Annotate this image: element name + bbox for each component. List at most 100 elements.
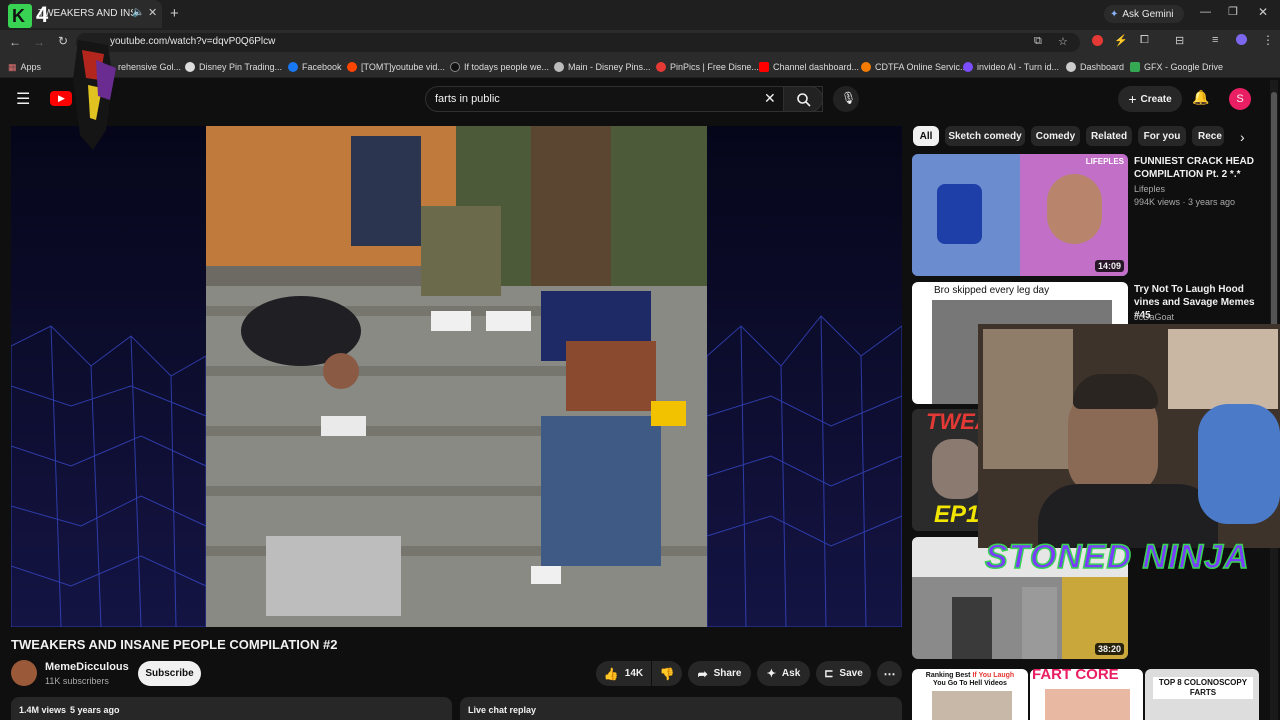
stream-logo-k: K: [12, 6, 25, 26]
share-arrow-icon: ➦: [697, 666, 708, 681]
chip-all[interactable]: All: [913, 126, 939, 146]
speaker-icon[interactable]: 🔈: [132, 7, 144, 18]
search-button[interactable]: [783, 86, 823, 112]
bookmark-item[interactable]: GFX - Google Drive: [1130, 60, 1223, 74]
address-bar[interactable]: youtube.com/watch?v=dqvP0Q6Plcw ⧉ ☆: [76, 33, 1080, 52]
subscriber-count: 11K subscribers: [45, 676, 109, 686]
video-content: [206, 126, 707, 627]
profile-icon[interactable]: [1236, 34, 1247, 45]
tab-close-icon[interactable]: ✕: [148, 6, 157, 19]
video-player[interactable]: [11, 126, 902, 627]
account-avatar[interactable]: S: [1229, 88, 1251, 110]
bookmark-item[interactable]: rehensive Gol...: [118, 60, 181, 74]
more-horizontal-icon: ⋯: [883, 666, 896, 681]
dislike-button[interactable]: 👎: [652, 661, 682, 686]
facebook-icon: [288, 62, 298, 72]
chip-for-you[interactable]: For you: [1138, 126, 1186, 146]
stream-logo-number: 4: [36, 2, 49, 27]
back-icon[interactable]: ←: [9, 35, 21, 49]
tiktok-icon: [450, 62, 460, 72]
recommendation-title[interactable]: FUNNIEST CRACK HEAD COMPILATION Pt. 2 *.…: [1134, 155, 1268, 181]
live-chat-replay[interactable]: Live chat replay: [460, 697, 902, 720]
reading-list-icon[interactable]: ≡: [1212, 34, 1218, 46]
invideo-icon: [963, 62, 973, 72]
video-duration: 14:09: [1094, 260, 1124, 272]
plus-icon: +: [1128, 91, 1137, 107]
ask-button[interactable]: ✦ Ask: [757, 661, 810, 686]
hamburger-menu-icon[interactable]: ☰: [16, 89, 30, 109]
channel-name[interactable]: MemeDicculous: [45, 661, 129, 673]
maximize-icon[interactable]: ❐: [1228, 5, 1238, 18]
thumbs-up-icon: 👍: [603, 666, 619, 681]
bookmark-item[interactable]: invideo AI - Turn id...: [963, 60, 1059, 74]
stream-logo: K: [8, 4, 32, 28]
chip-related[interactable]: Related: [1086, 126, 1132, 146]
bookmark-item[interactable]: CDTFA Online Servic...: [861, 60, 968, 74]
thumbs-down-icon: 👎: [659, 666, 675, 681]
bookmark-item[interactable]: If todays people we...: [450, 60, 549, 74]
clear-search-icon[interactable]: ✕: [764, 90, 776, 107]
bookmark-star-icon[interactable]: ☆: [1058, 35, 1068, 48]
recommendation-thumbnail[interactable]: FART CORE: [1030, 669, 1143, 720]
site-icon: [1066, 62, 1076, 72]
browser-tab-bar: [0, 0, 1280, 30]
webcam-banner: STONED NINJA: [984, 537, 1250, 577]
forward-icon[interactable]: →: [33, 35, 45, 49]
bookmarks-bar: ▦ Apps rehensive Gol... Disney Pin Tradin…: [0, 56, 1280, 78]
bookmark-item[interactable]: Facebook: [288, 60, 342, 74]
notifications-bell-icon[interactable]: 🔔: [1192, 89, 1209, 106]
subscribe-button[interactable]: Subscribe: [138, 661, 201, 686]
pinpics-icon: [656, 62, 666, 72]
channel-avatar[interactable]: [11, 660, 37, 686]
bookmark-item[interactable]: Dashboard: [1066, 60, 1124, 74]
chip-sketch-comedy[interactable]: Sketch comedy: [945, 126, 1025, 146]
window-close-icon[interactable]: ✕: [1258, 5, 1268, 19]
new-tab-icon[interactable]: +: [170, 5, 179, 22]
view-count: 1.4M views: [19, 705, 67, 715]
search-input[interactable]: farts in public ✕: [425, 86, 823, 112]
drive-icon: [1130, 62, 1140, 72]
extension-icon[interactable]: [1092, 35, 1103, 46]
share-button[interactable]: ➦ Share: [688, 661, 751, 686]
mickey-blanket: [1198, 404, 1280, 524]
recommendation-thumbnail[interactable]: Ranking Best If You Laugh You Go To Hell …: [912, 669, 1028, 720]
tab-search-icon[interactable]: ⊟: [1175, 34, 1184, 47]
chevron-right-icon[interactable]: ›: [1240, 129, 1245, 145]
extension-icon[interactable]: ⚡: [1114, 34, 1128, 47]
thumbnail-text: TOP 8 COLONOSCOPY FARTS: [1153, 677, 1253, 699]
video-frame: [11, 126, 902, 627]
chip-comedy[interactable]: Comedy: [1031, 126, 1080, 146]
description-box[interactable]: 1.4M views 5 years ago: [11, 697, 452, 720]
bookmark-item[interactable]: [TOMT]youtube vid...: [347, 60, 445, 74]
extensions-puzzle-icon[interactable]: ⧠: [1140, 34, 1149, 47]
video-duration: 38:20: [1094, 643, 1124, 655]
recommendation-thumbnail[interactable]: TOP 8 COLONOSCOPY FARTS: [1145, 669, 1259, 720]
upload-age: 5 years ago: [70, 705, 120, 715]
bookmark-apps[interactable]: ▦ Apps: [8, 60, 41, 74]
bookmark-item[interactable]: Channel dashboard...: [759, 60, 859, 74]
bookmark-item[interactable]: Main - Disney Pins...: [554, 60, 651, 74]
save-bookmark-icon: ⊏: [824, 668, 834, 680]
thumbnail-badge: LIFEPLES: [1085, 157, 1124, 166]
more-actions-button[interactable]: ⋯: [877, 661, 902, 686]
reload-icon[interactable]: ↻: [58, 34, 68, 48]
ask-gemini-label: Ask Gemini: [1122, 8, 1174, 20]
chip-recent[interactable]: Rece: [1192, 126, 1224, 146]
save-button[interactable]: ⊏ Save: [816, 661, 871, 686]
search-query: farts in public: [435, 93, 500, 105]
recommendation-thumbnail[interactable]: LIFEPLES 14:09: [912, 154, 1128, 276]
recommendation-channel[interactable]: Lifeples: [1134, 184, 1165, 194]
ask-gemini-button[interactable]: ✦ Ask Gemini: [1104, 5, 1184, 23]
recommendation-channel[interactable]: JcDaGoat: [1134, 312, 1174, 322]
install-icon[interactable]: ⧉: [1034, 35, 1042, 48]
bookmark-item[interactable]: Disney Pin Trading...: [185, 60, 282, 74]
like-button[interactable]: 👍 14K: [596, 661, 651, 686]
create-button[interactable]: + Create: [1118, 86, 1182, 112]
browser-menu-icon[interactable]: ⋮: [1262, 33, 1274, 47]
voice-search-button[interactable]: 🎙: [833, 86, 859, 112]
mascot-overlay: [73, 40, 116, 150]
thumbnail-caption: Bro skipped every leg day: [934, 285, 1050, 296]
minimize-icon[interactable]: —: [1200, 6, 1211, 18]
bookmark-item[interactable]: PinPics | Free Disne...: [656, 60, 759, 74]
play-icon: ▶: [58, 93, 65, 103]
